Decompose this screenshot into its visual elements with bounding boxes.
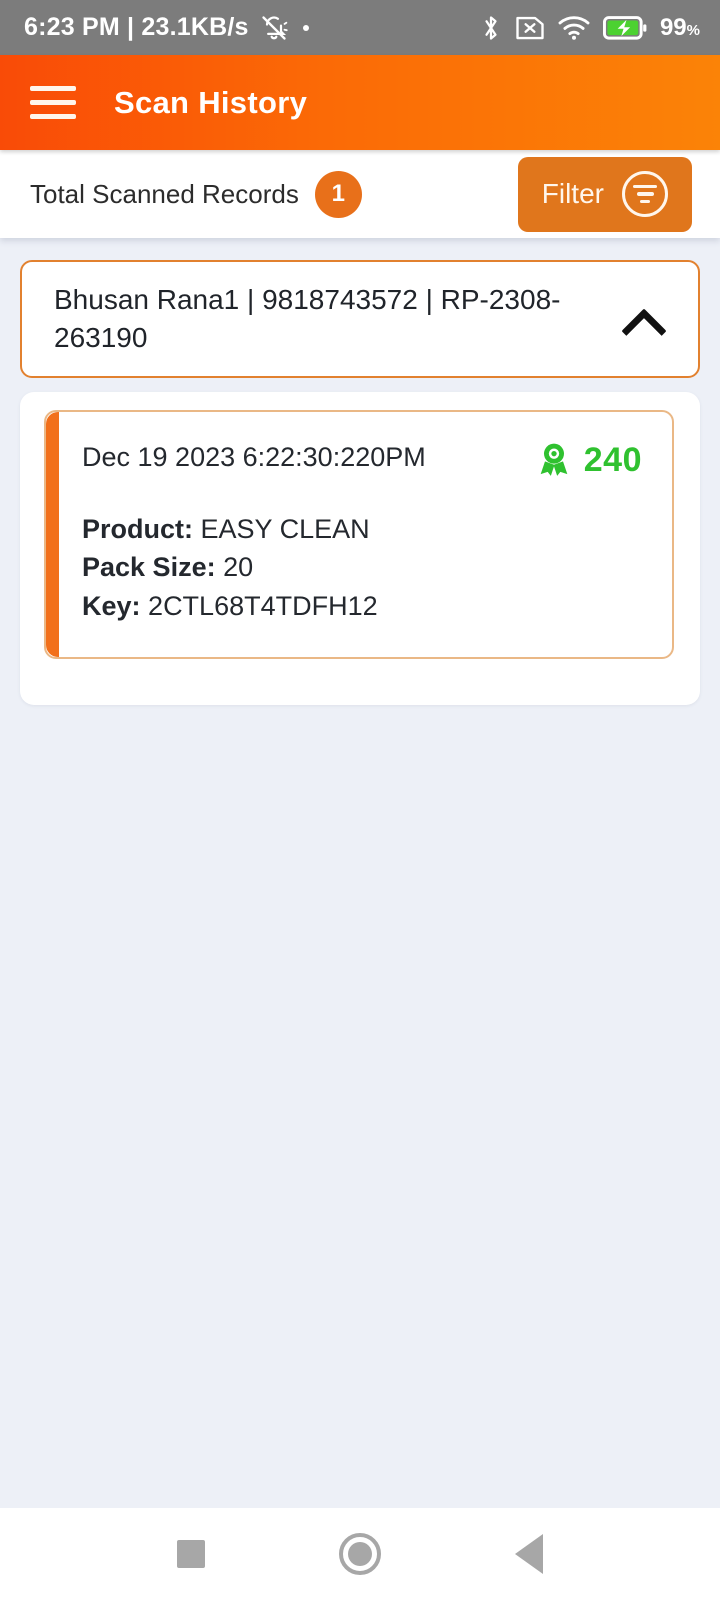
- total-records-label: Total Scanned Records: [30, 178, 299, 209]
- record-body: Dec 19 2023 6:22:30:220PM 240 Product: E…: [20, 392, 700, 705]
- list-item: Bhusan Rana1 | 9818743572 | RP-2308-2631…: [20, 260, 700, 705]
- field-pack-size: Pack Size: 20: [82, 548, 642, 586]
- status-bar-right: 99%: [480, 13, 700, 43]
- field-key-value: 2CTL68T4TDFH12: [148, 590, 378, 621]
- filter-button-label: Filter: [541, 178, 604, 209]
- scan-datetime: Dec 19 2023 6:22:30:220PM: [82, 442, 426, 472]
- status-clock-and-network-speed: 6:23 PM | 23.1KB/s: [24, 13, 249, 41]
- wifi-icon: [558, 15, 590, 40]
- bell-muted-icon: [261, 15, 288, 40]
- record-header-toggle[interactable]: Bhusan Rana1 | 9818743572 | RP-2308-2631…: [20, 260, 700, 378]
- battery-percent: 99%: [659, 13, 700, 41]
- app-bar: Scan History: [0, 55, 720, 150]
- notification-dot-icon: [302, 24, 309, 31]
- battery-charging-icon: [602, 15, 647, 40]
- points-group: 240: [534, 440, 642, 480]
- home-circle-icon[interactable]: [339, 1533, 381, 1575]
- page-title: Scan History: [114, 84, 308, 120]
- hamburger-line: [30, 114, 76, 119]
- filter-button[interactable]: Filter: [517, 156, 692, 232]
- record-header-title: Bhusan Rana1 | 9818743572 | RP-2308-2631…: [54, 284, 561, 353]
- total-records-group: Total Scanned Records 1: [30, 170, 362, 218]
- field-pack-size-value: 20: [223, 552, 254, 583]
- sim-card-off-icon: [516, 16, 544, 39]
- recents-square-icon[interactable]: [177, 1540, 205, 1568]
- android-navigation-bar: [0, 1508, 720, 1600]
- scan-field-list: Product: EASY CLEAN Pack Size: 20 Key: 2…: [82, 510, 642, 625]
- field-product: Product: EASY CLEAN: [82, 510, 642, 548]
- filter-bar: [636, 192, 654, 196]
- back-triangle-icon[interactable]: [515, 1534, 543, 1574]
- scan-card-top-row: Dec 19 2023 6:22:30:220PM 240: [82, 440, 642, 480]
- scan-detail-card: Dec 19 2023 6:22:30:220PM 240 Product: E…: [44, 410, 674, 659]
- award-ribbon-icon: [540, 443, 568, 476]
- hamburger-menu-icon[interactable]: [30, 86, 76, 119]
- field-key-label: Key:: [82, 590, 141, 621]
- total-records-count-badge: 1: [314, 170, 362, 218]
- status-bar: 6:23 PM | 23.1KB/s 99%: [0, 0, 720, 55]
- hamburger-line: [30, 86, 76, 91]
- app-root: 6:23 PM | 23.1KB/s 99% Scan History Tota…: [0, 0, 720, 1600]
- bluetooth-icon: [485, 15, 497, 40]
- hamburger-line: [30, 100, 76, 105]
- field-product-label: Product:: [82, 514, 193, 544]
- summary-bar: Total Scanned Records 1 Filter: [0, 150, 720, 238]
- status-bar-left: 6:23 PM | 23.1KB/s: [24, 13, 309, 42]
- filter-bar: [640, 199, 650, 204]
- field-product-value: EASY CLEAN: [200, 514, 370, 544]
- points-value: 240: [583, 440, 642, 479]
- scan-history-list: Bhusan Rana1 | 9818743572 | RP-2308-2631…: [0, 238, 720, 1508]
- field-key: Key: 2CTL68T4TDFH12: [82, 587, 642, 625]
- field-pack-size-label: Pack Size:: [82, 552, 216, 583]
- filter-icon: [622, 171, 668, 217]
- filter-bar: [633, 184, 657, 189]
- chevron-up-icon[interactable]: [622, 304, 668, 334]
